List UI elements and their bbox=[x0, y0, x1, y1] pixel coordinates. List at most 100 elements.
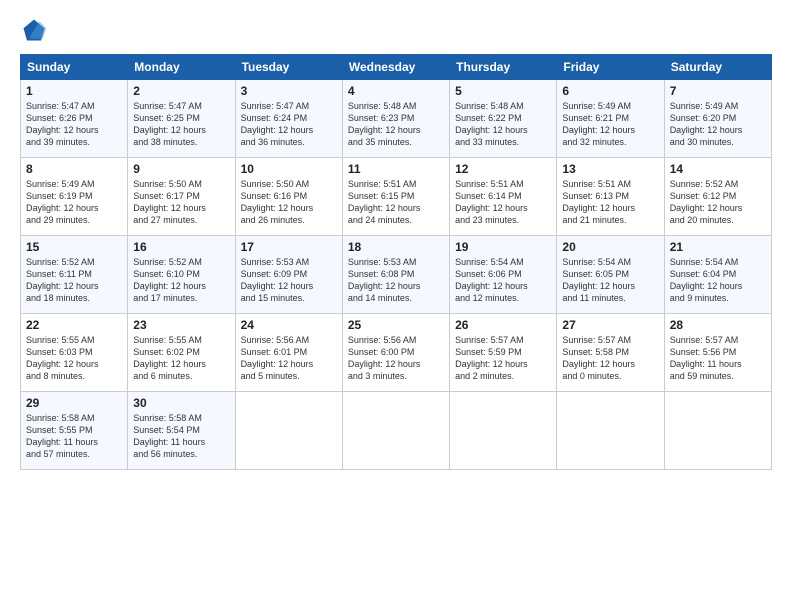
day-cell bbox=[342, 392, 449, 470]
day-number: 13 bbox=[562, 162, 658, 176]
cell-text: Sunrise: 5:51 AMSunset: 6:14 PMDaylight:… bbox=[455, 179, 528, 225]
day-cell bbox=[235, 392, 342, 470]
day-cell: 25 Sunrise: 5:56 AMSunset: 6:00 PMDayligh… bbox=[342, 314, 449, 392]
day-cell: 8 Sunrise: 5:49 AMSunset: 6:19 PMDaylight… bbox=[21, 158, 128, 236]
day-number: 22 bbox=[26, 318, 122, 332]
cell-text: Sunrise: 5:51 AMSunset: 6:15 PMDaylight:… bbox=[348, 179, 421, 225]
day-number: 29 bbox=[26, 396, 122, 410]
cell-text: Sunrise: 5:50 AMSunset: 6:16 PMDaylight:… bbox=[241, 179, 314, 225]
day-number: 21 bbox=[670, 240, 766, 254]
page: Sunday Monday Tuesday Wednesday Thursday… bbox=[0, 0, 792, 612]
day-number: 8 bbox=[26, 162, 122, 176]
cell-text: Sunrise: 5:51 AMSunset: 6:13 PMDaylight:… bbox=[562, 179, 635, 225]
header-row: Sunday Monday Tuesday Wednesday Thursday… bbox=[21, 55, 772, 80]
cell-text: Sunrise: 5:47 AMSunset: 6:24 PMDaylight:… bbox=[241, 101, 314, 147]
day-cell: 21 Sunrise: 5:54 AMSunset: 6:04 PMDayligh… bbox=[664, 236, 771, 314]
day-cell bbox=[664, 392, 771, 470]
day-number: 27 bbox=[562, 318, 658, 332]
day-cell: 23 Sunrise: 5:55 AMSunset: 6:02 PMDayligh… bbox=[128, 314, 235, 392]
day-cell: 11 Sunrise: 5:51 AMSunset: 6:15 PMDayligh… bbox=[342, 158, 449, 236]
header-wednesday: Wednesday bbox=[342, 55, 449, 80]
day-number: 2 bbox=[133, 84, 229, 98]
day-cell: 2Sunrise: 5:47 AMSunset: 6:25 PMDaylight… bbox=[128, 80, 235, 158]
day-number: 6 bbox=[562, 84, 658, 98]
day-number: 26 bbox=[455, 318, 551, 332]
day-number: 4 bbox=[348, 84, 444, 98]
cell-text: Sunrise: 5:47 AMSunset: 6:26 PMDaylight:… bbox=[26, 101, 99, 147]
cell-text: Sunrise: 5:54 AMSunset: 6:04 PMDaylight:… bbox=[670, 257, 743, 303]
cell-text: Sunrise: 5:57 AMSunset: 5:59 PMDaylight:… bbox=[455, 335, 528, 381]
day-cell: 29 Sunrise: 5:58 AMSunset: 5:55 PMDayligh… bbox=[21, 392, 128, 470]
day-number: 16 bbox=[133, 240, 229, 254]
header-friday: Friday bbox=[557, 55, 664, 80]
cell-text: Sunrise: 5:48 AMSunset: 6:22 PMDaylight:… bbox=[455, 101, 528, 147]
cell-text: Sunrise: 5:57 AMSunset: 5:56 PMDaylight:… bbox=[670, 335, 742, 381]
day-cell: 19 Sunrise: 5:54 AMSunset: 6:06 PMDayligh… bbox=[450, 236, 557, 314]
day-number: 19 bbox=[455, 240, 551, 254]
header-tuesday: Tuesday bbox=[235, 55, 342, 80]
logo-icon bbox=[20, 16, 48, 44]
day-cell: 27 Sunrise: 5:57 AMSunset: 5:58 PMDayligh… bbox=[557, 314, 664, 392]
cell-text: Sunrise: 5:53 AMSunset: 6:08 PMDaylight:… bbox=[348, 257, 421, 303]
day-cell: 1 Sunrise: 5:47 AMSunset: 6:26 PMDaylight… bbox=[21, 80, 128, 158]
day-cell: 10 Sunrise: 5:50 AMSunset: 6:16 PMDayligh… bbox=[235, 158, 342, 236]
cell-text: Sunrise: 5:54 AMSunset: 6:05 PMDaylight:… bbox=[562, 257, 635, 303]
calendar-table: Sunday Monday Tuesday Wednesday Thursday… bbox=[20, 54, 772, 470]
day-number: 23 bbox=[133, 318, 229, 332]
day-number: 28 bbox=[670, 318, 766, 332]
day-cell: 4 Sunrise: 5:48 AMSunset: 6:23 PMDaylight… bbox=[342, 80, 449, 158]
cell-text: Sunrise: 5:55 AMSunset: 6:03 PMDaylight:… bbox=[26, 335, 99, 381]
day-number: 12 bbox=[455, 162, 551, 176]
day-number: 15 bbox=[26, 240, 122, 254]
cell-text: Sunrise: 5:52 AMSunset: 6:11 PMDaylight:… bbox=[26, 257, 99, 303]
day-number: 18 bbox=[348, 240, 444, 254]
cell-text: Sunrise: 5:56 AMSunset: 6:00 PMDaylight:… bbox=[348, 335, 421, 381]
day-number: 3 bbox=[241, 84, 337, 98]
day-number: 14 bbox=[670, 162, 766, 176]
day-number: 20 bbox=[562, 240, 658, 254]
day-cell: 16Sunrise: 5:52 AMSunset: 6:10 PMDayligh… bbox=[128, 236, 235, 314]
day-cell: 14 Sunrise: 5:52 AMSunset: 6:12 PMDayligh… bbox=[664, 158, 771, 236]
cell-text: Sunrise: 5:49 AMSunset: 6:19 PMDaylight:… bbox=[26, 179, 99, 225]
day-cell: 17Sunrise: 5:53 AMSunset: 6:09 PMDayligh… bbox=[235, 236, 342, 314]
cell-text: Sunrise: 5:56 AMSunset: 6:01 PMDaylight:… bbox=[241, 335, 314, 381]
day-number: 10 bbox=[241, 162, 337, 176]
week-row-2: 8 Sunrise: 5:49 AMSunset: 6:19 PMDaylight… bbox=[21, 158, 772, 236]
day-number: 1 bbox=[26, 84, 122, 98]
day-number: 9 bbox=[133, 162, 229, 176]
day-number: 11 bbox=[348, 162, 444, 176]
day-number: 7 bbox=[670, 84, 766, 98]
day-cell: 12 Sunrise: 5:51 AMSunset: 6:14 PMDayligh… bbox=[450, 158, 557, 236]
cell-text: Sunrise: 5:52 AMSunset: 6:12 PMDaylight:… bbox=[670, 179, 743, 225]
day-cell: 20 Sunrise: 5:54 AMSunset: 6:05 PMDayligh… bbox=[557, 236, 664, 314]
day-cell: 7 Sunrise: 5:49 AMSunset: 6:20 PMDaylight… bbox=[664, 80, 771, 158]
day-number: 24 bbox=[241, 318, 337, 332]
header-sunday: Sunday bbox=[21, 55, 128, 80]
week-row-3: 15 Sunrise: 5:52 AMSunset: 6:11 PMDayligh… bbox=[21, 236, 772, 314]
day-number: 17 bbox=[241, 240, 337, 254]
cell-text: Sunrise: 5:49 AMSunset: 6:20 PMDaylight:… bbox=[670, 101, 743, 147]
week-row-1: 1 Sunrise: 5:47 AMSunset: 6:26 PMDaylight… bbox=[21, 80, 772, 158]
cell-text: Sunrise: 5:58 AMSunset: 5:54 PMDaylight:… bbox=[133, 413, 205, 459]
day-cell: 3 Sunrise: 5:47 AMSunset: 6:24 PMDaylight… bbox=[235, 80, 342, 158]
cell-text: Sunrise: 5:57 AMSunset: 5:58 PMDaylight:… bbox=[562, 335, 635, 381]
day-cell: 28 Sunrise: 5:57 AMSunset: 5:56 PMDayligh… bbox=[664, 314, 771, 392]
header bbox=[20, 16, 772, 44]
day-number: 25 bbox=[348, 318, 444, 332]
day-cell: 13 Sunrise: 5:51 AMSunset: 6:13 PMDayligh… bbox=[557, 158, 664, 236]
cell-text: Sunrise: 5:48 AMSunset: 6:23 PMDaylight:… bbox=[348, 101, 421, 147]
day-cell: 30Sunrise: 5:58 AMSunset: 5:54 PMDayligh… bbox=[128, 392, 235, 470]
cell-text: Sunrise: 5:58 AMSunset: 5:55 PMDaylight:… bbox=[26, 413, 98, 459]
cell-text: Sunrise: 5:50 AMSunset: 6:17 PMDaylight:… bbox=[133, 179, 206, 225]
day-cell bbox=[557, 392, 664, 470]
header-saturday: Saturday bbox=[664, 55, 771, 80]
day-cell: 24 Sunrise: 5:56 AMSunset: 6:01 PMDayligh… bbox=[235, 314, 342, 392]
cell-text: Sunrise: 5:54 AMSunset: 6:06 PMDaylight:… bbox=[455, 257, 528, 303]
day-cell: 5 Sunrise: 5:48 AMSunset: 6:22 PMDaylight… bbox=[450, 80, 557, 158]
day-number: 5 bbox=[455, 84, 551, 98]
cell-text: Sunrise: 5:55 AMSunset: 6:02 PMDaylight:… bbox=[133, 335, 206, 381]
cell-text: Sunrise: 5:49 AMSunset: 6:21 PMDaylight:… bbox=[562, 101, 635, 147]
day-cell: 15 Sunrise: 5:52 AMSunset: 6:11 PMDayligh… bbox=[21, 236, 128, 314]
week-row-5: 29 Sunrise: 5:58 AMSunset: 5:55 PMDayligh… bbox=[21, 392, 772, 470]
day-cell: 18 Sunrise: 5:53 AMSunset: 6:08 PMDayligh… bbox=[342, 236, 449, 314]
